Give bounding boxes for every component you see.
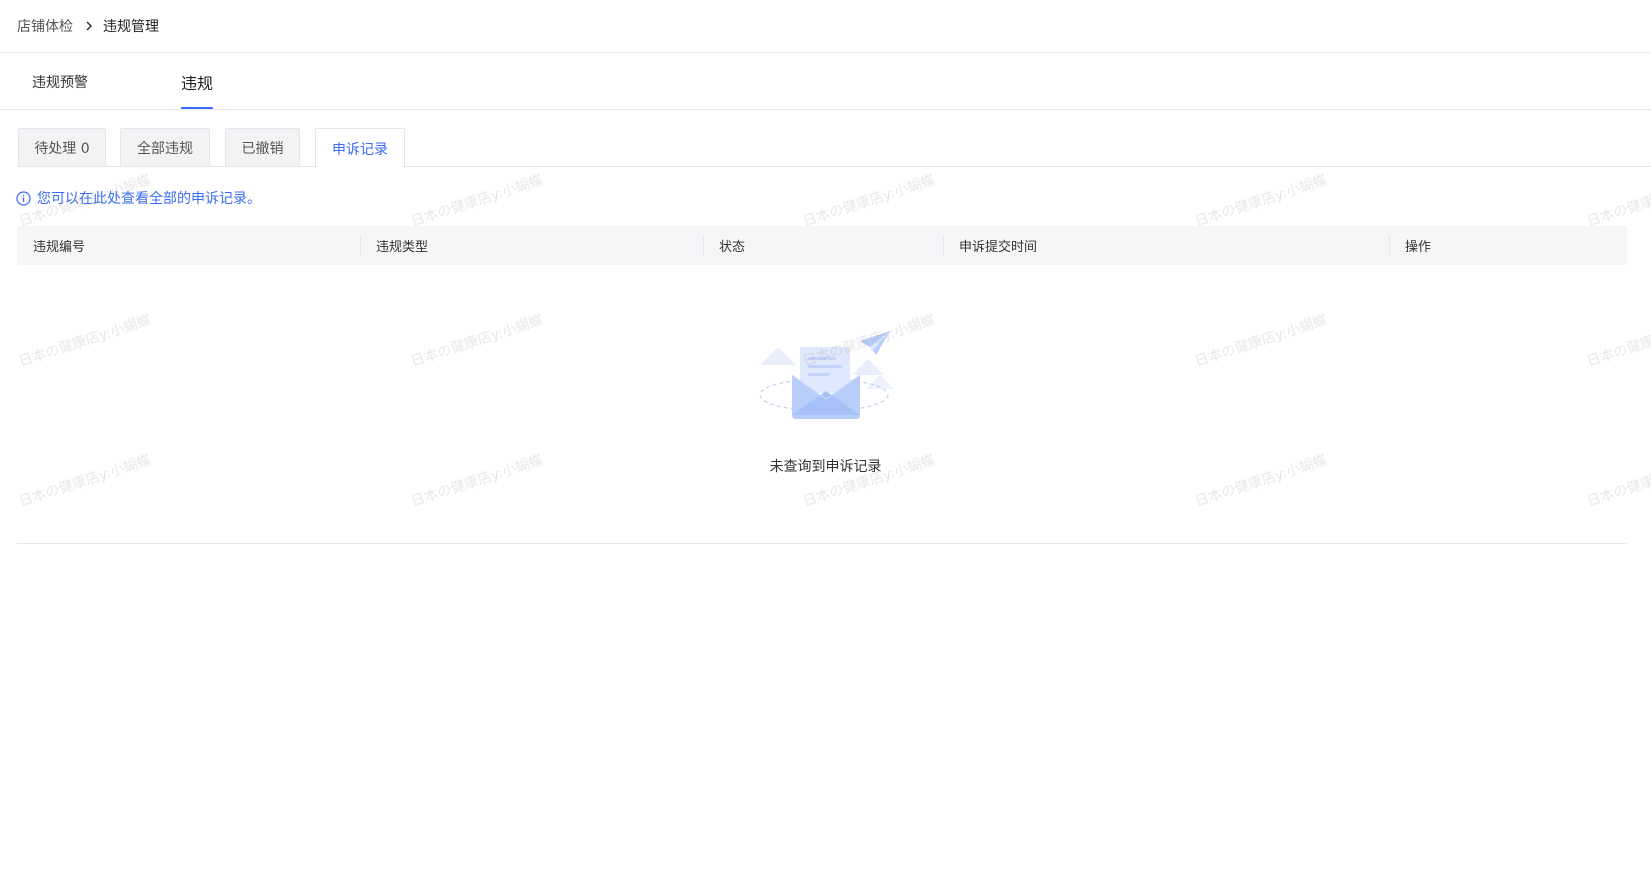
chevron-right-icon <box>85 21 93 31</box>
column-divider <box>360 235 361 256</box>
tabs-divider <box>0 109 1651 110</box>
empty-state: 未查询到申诉记录 <box>0 325 1651 485</box>
watermark: 日本の健康店y:小蝴蝶 <box>1584 172 1651 231</box>
tab-label: 违规 <box>181 73 214 93</box>
table-header: 违规编号 违规类型 状态 申诉提交时间 操作 <box>17 226 1627 265</box>
subtab-all-violations[interactable]: 全部违规 <box>120 128 210 167</box>
empty-state-text: 未查询到申诉记录 <box>769 459 882 475</box>
subtab-pending[interactable]: 待处理 0 <box>18 128 106 167</box>
column-label: 违规编号 <box>33 240 86 255</box>
info-notice: 您可以在此处查看全部的申诉记录。 <box>16 188 261 208</box>
subtabs-divider <box>18 166 1651 167</box>
column-divider <box>703 235 704 256</box>
breadcrumb: 店铺体检 违规管理 <box>17 0 1651 52</box>
notice-text: 您可以在此处查看全部的申诉记录。 <box>37 191 261 207</box>
column-label: 违规类型 <box>376 240 429 255</box>
watermark: 日本の健康店y:小蝴蝶 <box>800 172 938 231</box>
column-header-actions: 操作 <box>1389 226 1627 265</box>
column-header-violation-id: 违规编号 <box>17 226 360 265</box>
column-label: 申诉提交时间 <box>959 240 1038 255</box>
table-bottom-divider <box>17 543 1627 544</box>
subtab-appeal-records[interactable]: 申诉记录 <box>315 128 405 168</box>
watermark: 日本の健康店y:小蝴蝶 <box>1192 172 1330 231</box>
tab-violation[interactable]: 违规 <box>181 53 214 110</box>
subtab-revoked[interactable]: 已撤销 <box>225 128 300 167</box>
main-tabs: 违规预警 违规 <box>0 53 1651 110</box>
column-header-appeal-time: 申诉提交时间 <box>943 226 1389 265</box>
tab-violation-warning[interactable]: 违规预警 <box>32 53 88 110</box>
breadcrumb-current: 违规管理 <box>103 19 159 35</box>
column-label: 状态 <box>719 240 746 255</box>
column-label: 操作 <box>1405 240 1432 255</box>
envelope-illustration-icon <box>752 325 898 427</box>
column-header-violation-type: 违规类型 <box>360 226 703 265</box>
watermark: 日本の健康店y:小蝴蝶 <box>408 172 546 231</box>
tab-label: 违规预警 <box>32 74 88 91</box>
breadcrumb-parent-link[interactable]: 店铺体检 <box>17 16 73 36</box>
column-divider <box>943 235 944 256</box>
column-divider <box>1389 235 1390 256</box>
column-header-status: 状态 <box>703 226 943 265</box>
info-icon <box>16 190 31 206</box>
page: 店铺体检 违规管理 违规预警 违规 待处理 0 全部违规 已撤销 申诉记录 您可… <box>0 0 1651 872</box>
sub-tabs: 待处理 0 全部违规 已撤销 申诉记录 <box>18 128 1651 168</box>
